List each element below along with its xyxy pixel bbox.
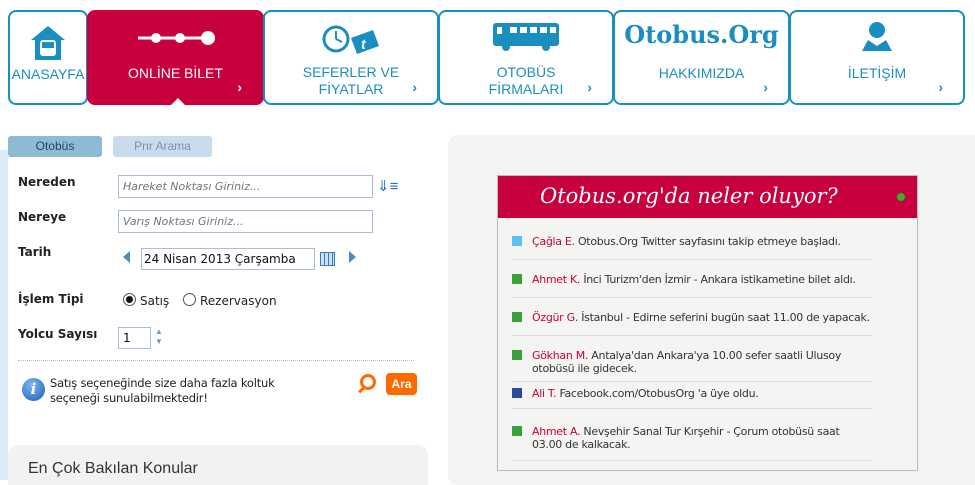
feed-text: İstanbul - Edirne seferini bugün saat 11… — [581, 311, 870, 324]
from-label: Nereden — [18, 175, 76, 189]
feed-text: Otobus.Org Twitter sayfasını takip etmey… — [577, 235, 841, 248]
date-input[interactable]: 24 Nisan 2013 Çarşamba — [141, 248, 315, 270]
route-steps-icon — [89, 30, 262, 46]
feed-title-text: Otobus.org'da neler oluyor? — [540, 184, 838, 208]
otobus-org-logo: Otobus.Org — [624, 20, 779, 49]
pax-label: Yolcu Sayısı — [18, 327, 98, 341]
activity-feed: Otobus.org'da neler oluyor? Çağla E. Oto… — [497, 175, 918, 471]
popular-panel: En Çok Bakılan Konular — [8, 445, 428, 485]
feed-item: Gökhan M. Antalya'dan Ankara'ya 10.00 se… — [512, 349, 872, 375]
pax-input[interactable]: 1 — [118, 327, 151, 349]
nav-label: ANASAYFA — [11, 66, 85, 82]
date-label: Tarih — [18, 245, 52, 259]
nav-label: OTOBÜS FİRMALARI — [488, 64, 564, 97]
feed-item: Özgür G. İstanbul - Edirne seferini bugü… — [512, 311, 872, 324]
radio-rezervasyon[interactable] — [183, 293, 196, 306]
feed-user[interactable]: Ahmet A. — [532, 425, 581, 438]
nav-anasayfa[interactable]: ANASAYFA — [8, 10, 88, 105]
chevron-right-icon: › — [763, 79, 768, 95]
search-button[interactable]: Ara — [386, 373, 417, 395]
feed-separator — [512, 381, 872, 382]
nav-otobus-firmalari[interactable]: OTOBÜS FİRMALARI › — [438, 10, 614, 105]
chevron-right-icon: › — [938, 79, 943, 95]
calendar-icon[interactable] — [320, 252, 335, 266]
info-text: Satış seçeneğinde size daha fazla koltuk… — [50, 376, 275, 405]
bus-garage-icon — [10, 24, 86, 60]
feed-item: Ali T. Facebook.com/OtobusOrg 'a üye old… — [512, 387, 872, 400]
feed-separator — [512, 408, 872, 409]
twitter-icon — [512, 236, 522, 246]
ticket-icon — [512, 274, 522, 284]
radio-satis[interactable] — [123, 293, 136, 306]
online-status-icon — [897, 193, 905, 201]
info-icon: i — [22, 378, 45, 401]
type-label: İşlem Tipi — [18, 292, 84, 306]
person-icon — [791, 20, 963, 52]
nav-label: İLETİŞİM — [847, 65, 907, 81]
feed-text: Facebook.com/OtobusOrg 'a üye oldu. — [559, 387, 759, 400]
chevron-right-icon: › — [587, 79, 592, 95]
nav-online-bilet[interactable]: ONLİNE BİLET › — [87, 10, 264, 105]
from-input[interactable] — [118, 175, 373, 198]
list-icon[interactable]: ⇓≡ — [377, 177, 398, 195]
feed-user[interactable]: Çağla E. — [532, 235, 575, 248]
feed-user[interactable]: Ali T. — [532, 387, 557, 400]
nav-seferler[interactable]: t SEFERLER VE FİYATLAR › — [263, 10, 439, 105]
left-decor — [0, 150, 8, 480]
nav-label: HAKKIMIZDA — [658, 65, 745, 81]
tab-otobus[interactable]: Otobüs — [8, 136, 102, 157]
chevron-right-icon: › — [237, 79, 242, 95]
feed-title: Otobus.org'da neler oluyor? — [498, 176, 917, 218]
facebook-icon — [512, 388, 522, 398]
pax-stepper[interactable]: ▲ ▼ — [155, 327, 163, 347]
ticket-icon — [512, 426, 522, 436]
chevron-right-icon: › — [412, 79, 417, 95]
divider — [18, 360, 414, 361]
feed-item: Ahmet A. Nevşehir Sanal Tur Kırşehir - Ç… — [512, 425, 872, 451]
nav-hakkimizda[interactable]: Otobus.Org HAKKIMIZDA › — [613, 10, 790, 105]
feed-item: Çağla E. Otobus.Org Twitter sayfasını ta… — [512, 235, 872, 248]
feed-text: İnci Turizm'den İzmir - Ankara istikamet… — [583, 273, 856, 286]
to-label: Nereye — [18, 210, 67, 224]
next-date-icon[interactable] — [349, 251, 356, 263]
nav-label: ONLİNE BİLET — [128, 65, 223, 81]
ticket-icon — [512, 350, 522, 360]
nav-iletisim[interactable]: İLETİŞİM › — [789, 10, 965, 105]
ticket-icon — [512, 312, 522, 322]
feed-user[interactable]: Özgür G. — [532, 311, 578, 324]
feed-separator — [512, 297, 872, 298]
feed-separator — [512, 259, 872, 260]
feed-user[interactable]: Ahmet K. — [532, 273, 580, 286]
nav-label: SEFERLER VE FİYATLAR — [302, 64, 400, 97]
tab-pnr-arama[interactable]: Pnr Arama — [113, 136, 212, 157]
to-input[interactable] — [118, 210, 373, 233]
bus-icon — [440, 22, 612, 52]
feed-separator — [512, 460, 872, 461]
prev-date-icon[interactable] — [123, 251, 130, 263]
feed-item: Ahmet K. İnci Turizm'den İzmir - Ankara … — [512, 273, 872, 286]
popular-title: En Çok Bakılan Konular — [28, 460, 198, 477]
radio-satis-label: Satış — [140, 294, 170, 308]
clock-ticket-icon: t — [265, 24, 437, 56]
radio-rezervasyon-label: Rezervasyon — [200, 294, 277, 308]
feed-user[interactable]: Gökhan M. — [532, 349, 588, 362]
feed-separator — [512, 335, 872, 336]
